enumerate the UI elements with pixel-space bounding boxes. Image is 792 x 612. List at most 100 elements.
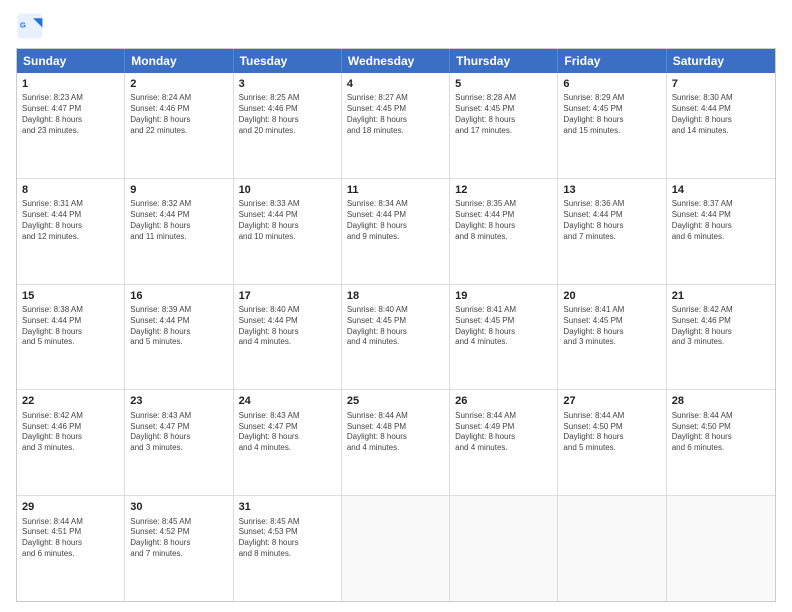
day-cell-7: 7Sunrise: 8:30 AMSunset: 4:44 PMDaylight…: [667, 73, 775, 178]
day-number: 12: [455, 183, 552, 198]
day-cell-28: 28 Sunrise: 8:44 AMSunset: 4:50 PMDayligh…: [667, 390, 775, 495]
day-cell-2: 2Sunrise: 8:24 AMSunset: 4:46 PMDaylight…: [125, 73, 233, 178]
header-cell-friday: Friday: [558, 49, 666, 73]
day-cell-1: 1Sunrise: 8:23 AMSunset: 4:47 PMDaylight…: [17, 73, 125, 178]
empty-cell: [558, 496, 666, 601]
day-number: 29: [22, 500, 119, 515]
day-number: 10: [239, 183, 336, 198]
day-info: Sunrise: 8:29 AMSunset: 4:45 PMDaylight:…: [563, 93, 660, 136]
day-info: Sunrise: 8:25 AMSunset: 4:46 PMDaylight:…: [239, 93, 336, 136]
day-number: 17: [239, 289, 336, 304]
day-cell-25: 25 Sunrise: 8:44 AMSunset: 4:48 PMDayligh…: [342, 390, 450, 495]
day-info: Sunrise: 8:31 AMSunset: 4:44 PMDaylight:…: [22, 199, 119, 242]
day-info: Sunrise: 8:44 AMSunset: 4:48 PMDaylight:…: [347, 411, 444, 454]
day-cell-31: 31 Sunrise: 8:45 AMSunset: 4:53 PMDayligh…: [234, 496, 342, 601]
day-number: 13: [563, 183, 660, 198]
day-info: Sunrise: 8:41 AMSunset: 4:45 PMDaylight:…: [455, 305, 552, 348]
calendar-row-3: 15Sunrise: 8:38 AMSunset: 4:44 PMDayligh…: [17, 284, 775, 390]
day-number: 14: [672, 183, 770, 198]
day-info: Sunrise: 8:44 AMSunset: 4:49 PMDaylight:…: [455, 411, 552, 454]
day-cell-29: 29 Sunrise: 8:44 AMSunset: 4:51 PMDayligh…: [17, 496, 125, 601]
day-cell-6: 6Sunrise: 8:29 AMSunset: 4:45 PMDaylight…: [558, 73, 666, 178]
day-cell-15: 15Sunrise: 8:38 AMSunset: 4:44 PMDayligh…: [17, 285, 125, 390]
calendar-header: SundayMondayTuesdayWednesdayThursdayFrid…: [17, 49, 775, 73]
day-info: Sunrise: 8:43 AMSunset: 4:47 PMDaylight:…: [239, 411, 336, 454]
day-info: Sunrise: 8:44 AMSunset: 4:50 PMDaylight:…: [672, 411, 770, 454]
day-cell-3: 3Sunrise: 8:25 AMSunset: 4:46 PMDaylight…: [234, 73, 342, 178]
header-cell-thursday: Thursday: [450, 49, 558, 73]
header-cell-sunday: Sunday: [17, 49, 125, 73]
day-info: Sunrise: 8:43 AMSunset: 4:47 PMDaylight:…: [130, 411, 227, 454]
day-number: 30: [130, 500, 227, 515]
calendar: SundayMondayTuesdayWednesdayThursdayFrid…: [16, 48, 776, 602]
day-number: 7: [672, 77, 770, 92]
header-cell-tuesday: Tuesday: [234, 49, 342, 73]
day-info: Sunrise: 8:37 AMSunset: 4:44 PMDaylight:…: [672, 199, 770, 242]
calendar-row-5: 29 Sunrise: 8:44 AMSunset: 4:51 PMDayligh…: [17, 495, 775, 601]
day-cell-19: 19Sunrise: 8:41 AMSunset: 4:45 PMDayligh…: [450, 285, 558, 390]
day-info: Sunrise: 8:27 AMSunset: 4:45 PMDaylight:…: [347, 93, 444, 136]
day-number: 3: [239, 77, 336, 92]
day-number: 26: [455, 394, 552, 409]
day-cell-4: 4Sunrise: 8:27 AMSunset: 4:45 PMDaylight…: [342, 73, 450, 178]
day-number: 1: [22, 77, 119, 92]
day-number: 19: [455, 289, 552, 304]
day-info: Sunrise: 8:32 AMSunset: 4:44 PMDaylight:…: [130, 199, 227, 242]
day-info: Sunrise: 8:30 AMSunset: 4:44 PMDaylight:…: [672, 93, 770, 136]
day-info: Sunrise: 8:35 AMSunset: 4:44 PMDaylight:…: [455, 199, 552, 242]
day-info: Sunrise: 8:40 AMSunset: 4:45 PMDaylight:…: [347, 305, 444, 348]
day-number: 11: [347, 183, 444, 198]
header-cell-monday: Monday: [125, 49, 233, 73]
day-number: 8: [22, 183, 119, 198]
day-info: Sunrise: 8:45 AMSunset: 4:53 PMDaylight:…: [239, 517, 336, 560]
day-cell-14: 14Sunrise: 8:37 AMSunset: 4:44 PMDayligh…: [667, 179, 775, 284]
day-number: 4: [347, 77, 444, 92]
logo: G: [16, 12, 48, 40]
day-cell-30: 30 Sunrise: 8:45 AMSunset: 4:52 PMDayligh…: [125, 496, 233, 601]
empty-cell: [450, 496, 558, 601]
day-number: 27: [563, 394, 660, 409]
day-number: 28: [672, 394, 770, 409]
day-info: Sunrise: 8:40 AMSunset: 4:44 PMDaylight:…: [239, 305, 336, 348]
day-info: Sunrise: 8:33 AMSunset: 4:44 PMDaylight:…: [239, 199, 336, 242]
logo-icon: G: [16, 12, 44, 40]
day-number: 22: [22, 394, 119, 409]
day-cell-8: 8Sunrise: 8:31 AMSunset: 4:44 PMDaylight…: [17, 179, 125, 284]
empty-cell: [342, 496, 450, 601]
day-info: Sunrise: 8:44 AMSunset: 4:51 PMDaylight:…: [22, 517, 119, 560]
day-info: Sunrise: 8:45 AMSunset: 4:52 PMDaylight:…: [130, 517, 227, 560]
day-cell-9: 9Sunrise: 8:32 AMSunset: 4:44 PMDaylight…: [125, 179, 233, 284]
header-cell-wednesday: Wednesday: [342, 49, 450, 73]
day-cell-13: 13Sunrise: 8:36 AMSunset: 4:44 PMDayligh…: [558, 179, 666, 284]
day-info: Sunrise: 8:28 AMSunset: 4:45 PMDaylight:…: [455, 93, 552, 136]
day-cell-21: 21Sunrise: 8:42 AMSunset: 4:46 PMDayligh…: [667, 285, 775, 390]
day-cell-10: 10Sunrise: 8:33 AMSunset: 4:44 PMDayligh…: [234, 179, 342, 284]
day-number: 20: [563, 289, 660, 304]
empty-cell: [667, 496, 775, 601]
day-number: 31: [239, 500, 336, 515]
calendar-row-4: 22Sunrise: 8:42 AMSunset: 4:46 PMDayligh…: [17, 389, 775, 495]
day-cell-17: 17Sunrise: 8:40 AMSunset: 4:44 PMDayligh…: [234, 285, 342, 390]
calendar-page: G SundayMondayTuesdayWednesdayThursdayFr…: [0, 0, 792, 612]
day-cell-16: 16Sunrise: 8:39 AMSunset: 4:44 PMDayligh…: [125, 285, 233, 390]
day-info: Sunrise: 8:41 AMSunset: 4:45 PMDaylight:…: [563, 305, 660, 348]
day-number: 9: [130, 183, 227, 198]
day-cell-11: 11Sunrise: 8:34 AMSunset: 4:44 PMDayligh…: [342, 179, 450, 284]
day-info: Sunrise: 8:42 AMSunset: 4:46 PMDaylight:…: [672, 305, 770, 348]
day-number: 5: [455, 77, 552, 92]
calendar-body: 1Sunrise: 8:23 AMSunset: 4:47 PMDaylight…: [17, 73, 775, 601]
header-cell-saturday: Saturday: [667, 49, 775, 73]
day-info: Sunrise: 8:38 AMSunset: 4:44 PMDaylight:…: [22, 305, 119, 348]
day-number: 16: [130, 289, 227, 304]
day-cell-5: 5Sunrise: 8:28 AMSunset: 4:45 PMDaylight…: [450, 73, 558, 178]
day-cell-24: 24Sunrise: 8:43 AMSunset: 4:47 PMDayligh…: [234, 390, 342, 495]
day-number: 18: [347, 289, 444, 304]
day-cell-20: 20Sunrise: 8:41 AMSunset: 4:45 PMDayligh…: [558, 285, 666, 390]
day-number: 25: [347, 394, 444, 409]
day-cell-23: 23Sunrise: 8:43 AMSunset: 4:47 PMDayligh…: [125, 390, 233, 495]
day-cell-27: 27Sunrise: 8:44 AMSunset: 4:50 PMDayligh…: [558, 390, 666, 495]
day-cell-18: 18Sunrise: 8:40 AMSunset: 4:45 PMDayligh…: [342, 285, 450, 390]
day-cell-22: 22Sunrise: 8:42 AMSunset: 4:46 PMDayligh…: [17, 390, 125, 495]
svg-text:G: G: [20, 21, 26, 30]
day-number: 6: [563, 77, 660, 92]
